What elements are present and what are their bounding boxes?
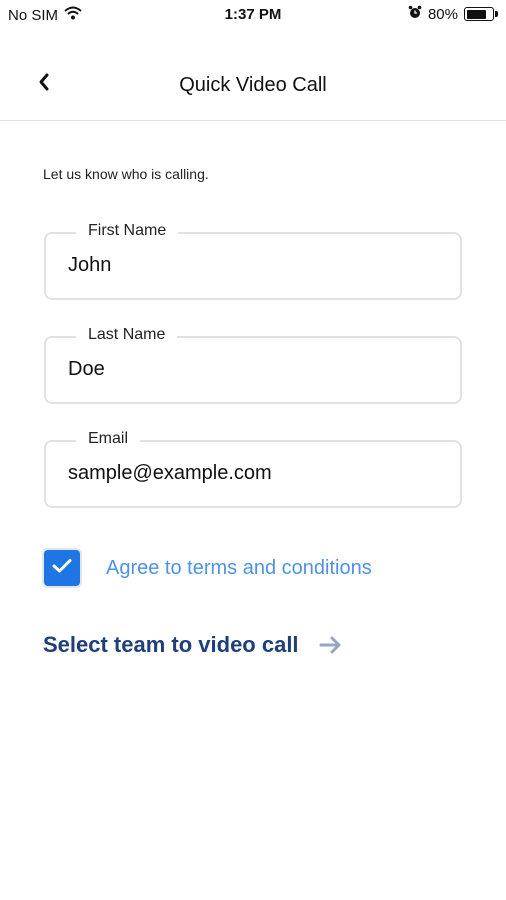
select-team-button[interactable]: Select team to video call [43,632,343,658]
arrow-right-icon [319,635,343,655]
last-name-input[interactable] [68,358,438,381]
select-team-label: Select team to video call [43,632,299,657]
form-intro: Let us know who is calling. [43,166,209,182]
terms-link[interactable]: Agree to terms and conditions [106,557,372,580]
battery-fill [466,9,486,19]
battery-tip [495,11,498,17]
last-name-label: Last Name [76,326,178,344]
battery-percent: 80% [427,5,458,23]
first-name-input[interactable] [68,254,438,277]
alarm-icon [408,5,422,23]
status-right: 80% [408,5,498,23]
email-label: Email [76,430,141,448]
page-title: Quick Video Call [179,74,327,96]
terms-row: Agree to terms and conditions [44,550,372,586]
last-name-field: Last Name [44,326,462,404]
battery-body [464,7,494,21]
first-name-label: First Name [76,222,179,240]
nav-bar: Quick Video Call [0,50,506,121]
terms-checkbox[interactable] [44,550,80,586]
email-input[interactable] [68,462,438,485]
email-field: Email [44,430,462,508]
battery-icon [464,7,498,21]
checkmark-icon [52,558,72,579]
first-name-field: First Name [44,222,462,300]
status-bar: No SIM 1:37 PM 80% [0,0,506,30]
